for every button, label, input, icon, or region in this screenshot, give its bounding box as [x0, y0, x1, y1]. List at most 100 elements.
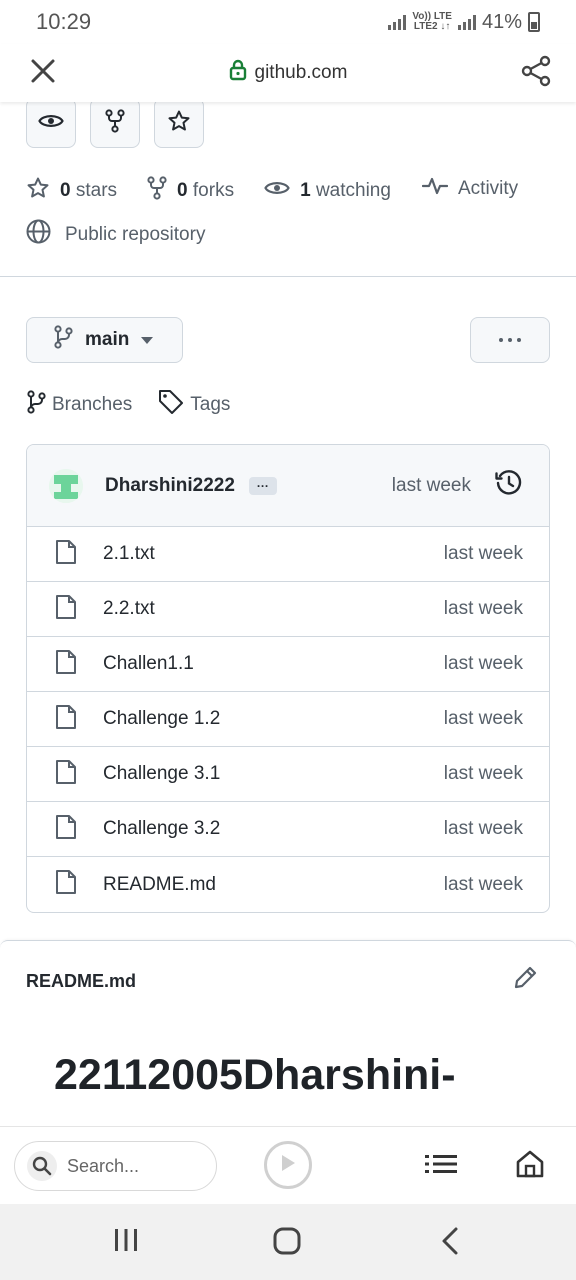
system-nav-bar	[0, 1204, 576, 1280]
branches-label: Branches	[52, 394, 133, 415]
list-icon[interactable]	[425, 1153, 457, 1180]
eye-icon	[38, 112, 64, 135]
visibility-label: Public repository	[65, 223, 206, 245]
branches-link[interactable]: Branches	[26, 390, 132, 420]
branches-tags-links: Branches Tags	[26, 390, 230, 420]
file-icon	[55, 814, 77, 845]
file-icon	[55, 649, 77, 680]
star-icon	[26, 176, 50, 206]
search-input[interactable]: Search...	[14, 1141, 217, 1191]
pulse-icon	[421, 176, 449, 202]
kebab-dot	[517, 338, 521, 342]
status-time: 10:29	[36, 9, 92, 34]
section-divider	[0, 276, 576, 277]
file-icon	[55, 539, 77, 570]
file-row[interactable]: 2.2.txt last week	[27, 582, 549, 637]
close-icon[interactable]	[30, 58, 56, 89]
fork-icon	[105, 108, 125, 138]
network-label: Vo)) LTE LTE2 ↓↑	[412, 11, 452, 32]
file-time: last week	[443, 598, 523, 619]
git-branch-icon	[26, 390, 46, 420]
file-icon	[55, 594, 77, 625]
latest-commit-row: Dharshini2222 ··· last week	[27, 445, 549, 527]
file-row[interactable]: Challenge 3.2 last week	[27, 802, 549, 857]
fork-button[interactable]	[90, 102, 140, 148]
forks-link[interactable]: 0 forks	[147, 176, 234, 206]
caret-down-icon	[141, 329, 154, 351]
file-row[interactable]: README.md last week	[27, 857, 549, 912]
status-bar: 10:29 Vo)) LTE LTE2 ↓↑ 41%	[0, 0, 576, 44]
url-display[interactable]: github.com	[229, 59, 348, 87]
readme-heading: 22112005Dharshini-	[54, 1051, 456, 1099]
recent-apps-icon[interactable]	[112, 1226, 140, 1259]
watching-link[interactable]: 1 watching	[264, 179, 391, 203]
file-time: last week	[443, 763, 523, 784]
file-icon	[55, 759, 77, 790]
file-icon	[55, 869, 77, 900]
back-icon[interactable]	[438, 1226, 462, 1261]
url-text: github.com	[254, 62, 348, 83]
stars-count: 0	[60, 180, 71, 201]
repo-stats: 0 stars 0 forks 1 watching	[26, 176, 391, 206]
pencil-icon[interactable]	[512, 965, 538, 996]
file-icon	[55, 704, 77, 735]
signal-icon-2	[457, 14, 476, 30]
tags-link[interactable]: Tags	[158, 390, 230, 420]
star-icon	[167, 109, 191, 138]
watching-count: 1	[300, 180, 311, 201]
file-time: last week	[443, 818, 523, 839]
file-row[interactable]: 2.1.txt last week	[27, 527, 549, 582]
history-icon[interactable]	[495, 469, 523, 502]
file-name[interactable]: 2.2.txt	[103, 598, 155, 620]
search-placeholder: Search...	[67, 1155, 140, 1176]
avatar[interactable]	[49, 468, 83, 503]
file-name[interactable]: Challen1.1	[103, 653, 194, 675]
file-name[interactable]: Challenge 1.2	[103, 708, 220, 730]
file-name[interactable]: README.md	[103, 874, 216, 896]
file-name[interactable]: Challenge 3.2	[103, 818, 220, 840]
eye-icon	[264, 179, 290, 203]
git-branch-icon	[53, 325, 73, 355]
file-row[interactable]: Challen1.1 last week	[27, 637, 549, 692]
tag-icon	[158, 390, 184, 420]
file-time: last week	[443, 543, 523, 564]
battery-percent: 41%	[481, 10, 522, 33]
browser-address-bar: github.com	[0, 44, 576, 102]
branch-selector[interactable]: main	[26, 317, 183, 363]
forks-count: 0	[177, 180, 188, 201]
file-browser: Dharshini2222 ··· last week 2.1.txt last…	[26, 444, 550, 913]
signal-icon	[388, 14, 407, 30]
page-content: 0 stars 0 forks 1 watching Activity Publ…	[0, 102, 576, 1126]
kebab-dot	[499, 338, 503, 342]
stars-link[interactable]: 0 stars	[26, 176, 117, 206]
share-icon[interactable]	[520, 55, 552, 92]
activity-link[interactable]: Activity	[421, 176, 519, 202]
kebab-dot	[508, 338, 512, 342]
file-row[interactable]: Challenge 3.1 last week	[27, 747, 549, 802]
commit-message-toggle[interactable]: ···	[248, 476, 277, 495]
browser-bottom-toolbar: Search...	[0, 1126, 576, 1204]
lock-icon	[229, 59, 247, 87]
stars-label: stars	[75, 180, 118, 201]
commit-time: last week	[391, 474, 471, 496]
home-icon[interactable]	[515, 1149, 545, 1184]
file-row[interactable]: Challenge 1.2 last week	[27, 692, 549, 747]
activity-label: Activity	[458, 178, 519, 199]
star-button[interactable]	[154, 102, 204, 148]
watching-label: watching	[315, 180, 391, 201]
file-name[interactable]: 2.1.txt	[103, 543, 155, 565]
more-options-button[interactable]	[470, 317, 550, 363]
commit-author[interactable]: Dharshini2222	[105, 475, 235, 497]
readme-panel: README.md 22112005Dharshini-	[0, 940, 576, 1126]
file-name[interactable]: Challenge 3.1	[103, 763, 220, 785]
fork-icon	[147, 176, 167, 206]
globe-icon	[26, 219, 51, 250]
search-icon	[27, 1151, 57, 1181]
file-time: last week	[443, 653, 523, 674]
status-indicators: Vo)) LTE LTE2 ↓↑ 41%	[388, 11, 540, 34]
file-time: last week	[443, 708, 523, 729]
watch-button[interactable]	[26, 102, 76, 148]
home-nav-icon[interactable]	[272, 1226, 302, 1261]
visibility-row: Public repository	[26, 219, 205, 250]
play-button[interactable]	[264, 1141, 312, 1189]
